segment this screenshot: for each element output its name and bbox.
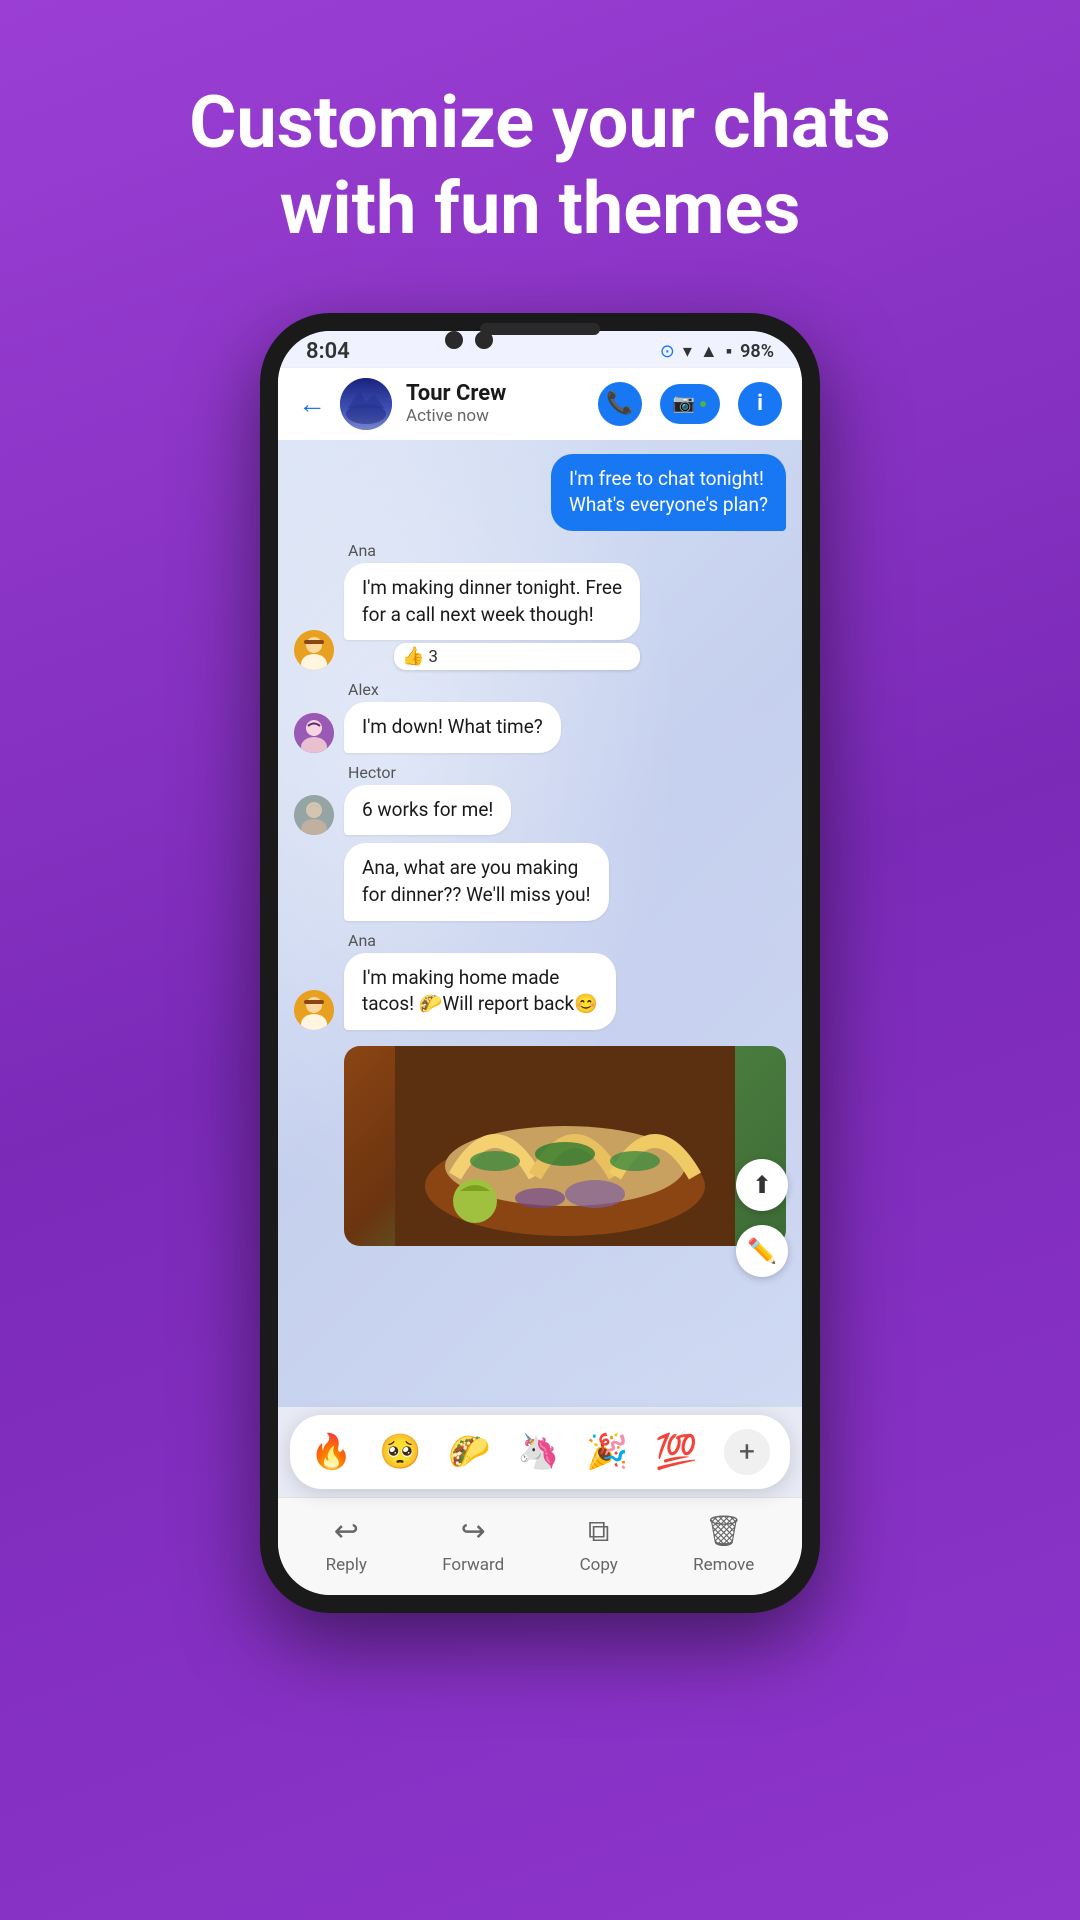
bubble-mine: I'm free to chat tonight!What's everyone…: [551, 454, 786, 531]
msg-row-ana: I'm making dinner tonight. Freefor a cal…: [294, 563, 640, 670]
msg-row-hector1: 6 works for me!: [294, 785, 609, 836]
share-icon: ⬆: [752, 1171, 772, 1199]
message-hector: Hector: [294, 763, 609, 921]
food-image-container: [344, 1046, 786, 1246]
msg-row-hector2: Ana, what are you makingfor dinner?? We'…: [344, 843, 609, 920]
msg-row-alex: I'm down! What time?: [294, 702, 561, 753]
chat-body: I'm free to chat tonight!What's everyone…: [278, 440, 802, 1407]
forward-button[interactable]: ↪ Forward: [442, 1514, 504, 1575]
msg-row-ana2: I'm making home madetacos! 🌮Will report …: [294, 953, 616, 1030]
emoji-fire[interactable]: 🔥: [310, 1432, 352, 1472]
message-alex: Alex I'm down! W: [294, 680, 561, 753]
emoji-more-button[interactable]: +: [724, 1429, 770, 1475]
chat-name: Tour Crew: [406, 381, 584, 406]
call-button[interactable]: 📞: [598, 382, 642, 426]
phone-icon: 📞: [606, 391, 633, 416]
info-icon: i: [757, 391, 763, 416]
reaction-count: 3: [428, 647, 438, 667]
edit-icon: ✏️: [747, 1237, 777, 1265]
avatar-alex: [294, 713, 334, 753]
battery-percent: 98%: [740, 341, 774, 362]
forward-label: Forward: [442, 1555, 504, 1575]
bubble-other-ana1: I'm making dinner tonight. Freefor a cal…: [344, 563, 640, 640]
status-time: 8:04: [306, 339, 350, 364]
message-ana: Ana: [294, 541, 640, 670]
camera-left: [445, 331, 463, 349]
info-button[interactable]: i: [738, 382, 782, 426]
back-button[interactable]: ←: [298, 387, 326, 420]
copy-button[interactable]: ⧉ Copy: [580, 1514, 618, 1575]
bottom-action-bar: ↩ Reply ↪ Forward ⧉ Copy 🗑 Remove: [278, 1497, 802, 1595]
emoji-pleading[interactable]: 🥺: [379, 1432, 421, 1472]
bubble-other-hector2: Ana, what are you makingfor dinner?? We'…: [344, 843, 609, 920]
signal-icon: ▲: [700, 341, 718, 362]
forward-icon: ↪: [461, 1514, 486, 1549]
remove-button[interactable]: 🗑 Remove: [693, 1514, 754, 1575]
headline: Customize your chats with fun themes: [129, 80, 950, 253]
phone-screen: 8:04 ⊙ ▾ ▲ ▪ 98% ←: [278, 331, 802, 1595]
reply-label: Reply: [326, 1555, 367, 1575]
emoji-party[interactable]: 🎉: [586, 1432, 628, 1472]
copy-icon: ⧉: [588, 1514, 609, 1549]
phone-speaker: [480, 323, 600, 335]
sender-ana2: Ana: [348, 931, 616, 950]
chat-info: Tour Crew Active now: [406, 381, 584, 426]
chat-status: Active now: [406, 406, 584, 426]
emoji-100[interactable]: 💯: [655, 1432, 697, 1472]
reaction-emoji: 👍: [402, 646, 424, 667]
avatar-ana2: [294, 990, 334, 1030]
remove-label: Remove: [693, 1555, 754, 1575]
copy-label: Copy: [580, 1555, 618, 1575]
emoji-taco[interactable]: 🌮: [448, 1432, 490, 1472]
reaction-thumbs-up: 👍 3: [394, 643, 640, 670]
bubble-other-hector1: 6 works for me!: [344, 785, 511, 836]
video-call-button[interactable]: 📷 ●: [660, 384, 720, 424]
phone-mockup: 8:04 ⊙ ▾ ▲ ▪ 98% ←: [260, 313, 820, 1613]
bubble-other-alex: I'm down! What time?: [344, 702, 561, 753]
battery-icon: ▪: [726, 341, 732, 362]
headline-line1: Customize your chats: [189, 80, 890, 165]
sender-alex: Alex: [348, 680, 561, 699]
action-side-buttons: ⬆ ✏️: [736, 1159, 788, 1277]
plus-icon: +: [739, 1435, 755, 1468]
messages-container: I'm free to chat tonight!What's everyone…: [278, 440, 802, 1260]
group-avatar: [340, 378, 392, 430]
remove-icon: 🗑: [705, 1514, 743, 1549]
phone-frame: 8:04 ⊙ ▾ ▲ ▪ 98% ←: [260, 313, 820, 1613]
reply-icon: ↩: [334, 1514, 359, 1549]
chat-header: ←: [278, 368, 802, 440]
wifi-icon: ▾: [683, 341, 692, 362]
sender-hector: Hector: [348, 763, 609, 782]
food-placeholder: [344, 1046, 786, 1246]
reply-button[interactable]: ↩ Reply: [326, 1514, 367, 1575]
video-icon: 📷: [673, 393, 695, 414]
share-button[interactable]: ⬆: [736, 1159, 788, 1211]
status-bar: 8:04 ⊙ ▾ ▲ ▪ 98%: [278, 331, 802, 368]
avatar-ana: [294, 630, 334, 670]
emoji-unicorn[interactable]: 🦄: [517, 1432, 559, 1472]
video-dot: ●: [699, 395, 707, 412]
avatar-hector: [294, 795, 334, 835]
sender-ana: Ana: [348, 541, 640, 560]
camera-right: [475, 331, 493, 349]
headline-line2: with fun themes: [280, 166, 801, 251]
messenger-status-icon: ⊙: [660, 341, 675, 362]
emoji-reaction-bar: 🔥 🥺 🌮 🦄 🎉 💯 +: [290, 1415, 790, 1489]
message-mine: I'm free to chat tonight!What's everyone…: [551, 454, 786, 531]
message-ana2: Ana: [294, 931, 616, 1030]
food-image: [344, 1046, 786, 1246]
edit-button[interactable]: ✏️: [736, 1225, 788, 1277]
bubble-other-ana2: I'm making home madetacos! 🌮Will report …: [344, 953, 616, 1030]
header-actions: 📞 📷 ● i: [598, 382, 782, 426]
status-icons: ⊙ ▾ ▲ ▪ 98%: [660, 341, 774, 362]
